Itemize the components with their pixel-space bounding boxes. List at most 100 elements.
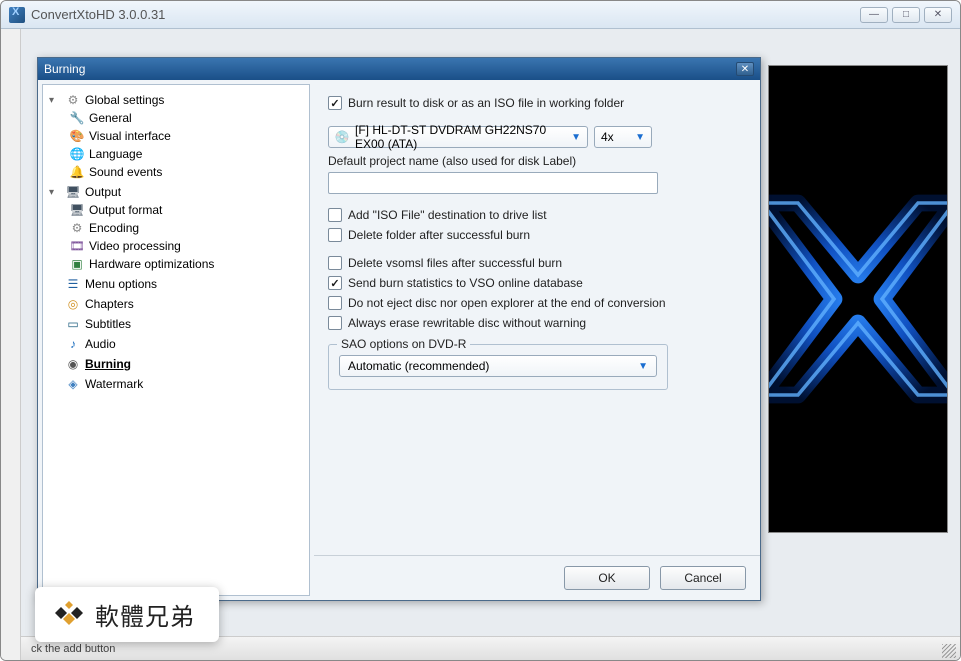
monitor-icon: 🖥 xyxy=(69,202,85,218)
window-title: ConvertXtoHD 3.0.0.31 xyxy=(31,7,165,22)
delete-vsomsl-checkbox[interactable] xyxy=(328,256,342,270)
maximize-button[interactable]: □ xyxy=(892,7,920,23)
tree-label: Language xyxy=(89,147,142,161)
menu-icon: ☰ xyxy=(65,276,81,292)
tree-subtitles[interactable]: ▭ Subtitles xyxy=(47,315,305,333)
tree-chapters[interactable]: ◎ Chapters xyxy=(47,295,305,313)
settings-dialog: Burning ✕ ▾ ⚙ Global settings 🔧 xyxy=(37,57,761,601)
tree-output-format[interactable]: 🖥 Output format xyxy=(67,201,305,219)
tree-encoding[interactable]: ⚙ Encoding xyxy=(67,219,305,237)
watermark-overlay: 軟體兄弟 xyxy=(35,587,219,642)
globe-icon: 🌐 xyxy=(69,146,85,162)
tree-menu-options[interactable]: ☰ Menu options xyxy=(47,275,305,293)
send-stats-label: Send burn statistics to VSO online datab… xyxy=(348,276,583,290)
sao-select[interactable]: Automatic (recommended) ▼ xyxy=(339,355,657,377)
note-icon: ♪ xyxy=(65,336,81,352)
bell-icon: 🔔 xyxy=(69,164,85,180)
always-erase-label: Always erase rewritable disc without war… xyxy=(348,316,586,330)
sao-value: Automatic (recommended) xyxy=(348,359,489,373)
settings-tree[interactable]: ▾ ⚙ Global settings 🔧 General 🎨 Vis xyxy=(42,84,310,596)
left-edge xyxy=(1,29,21,660)
x-logo-icon xyxy=(768,179,948,419)
tree-global-settings[interactable]: ▾ ⚙ Global settings xyxy=(47,91,305,109)
tree-label: Video processing xyxy=(89,239,181,253)
titlebar[interactable]: ConvertXtoHD 3.0.0.31 — □ ✕ xyxy=(1,1,960,29)
tree-label: Subtitles xyxy=(85,317,131,331)
add-iso-checkbox[interactable] xyxy=(328,208,342,222)
tree-audio[interactable]: ♪ Audio xyxy=(47,335,305,353)
watermark-text: 軟體兄弟 xyxy=(95,597,195,632)
tree-general[interactable]: 🔧 General xyxy=(67,109,305,127)
subtitle-icon: ▭ xyxy=(65,316,81,332)
delete-folder-checkbox[interactable] xyxy=(328,228,342,242)
disc-icon: ◎ xyxy=(65,296,81,312)
tree-watermark[interactable]: ◈ Watermark xyxy=(47,375,305,393)
chip-icon: ▣ xyxy=(69,256,85,272)
gear-icon: ⚙ xyxy=(69,220,85,236)
watermark-icon: ◈ xyxy=(65,376,81,392)
tree-label: Output xyxy=(85,185,121,199)
monitor-icon: 🖥 xyxy=(65,184,81,200)
drive-select[interactable]: 💿 [F] HL-DT-ST DVDRAM GH22NS70 EX00 (ATA… xyxy=(328,126,588,148)
handshake-icon xyxy=(53,599,85,631)
sao-fieldset: SAO options on DVD-R Automatic (recommen… xyxy=(328,344,668,390)
ok-button[interactable]: OK xyxy=(564,566,650,590)
cancel-label: Cancel xyxy=(684,571,721,585)
tree-label: General xyxy=(89,111,132,125)
tree-hardware-opt[interactable]: ▣ Hardware optimizations xyxy=(67,255,305,273)
dialog-titlebar[interactable]: Burning ✕ xyxy=(38,58,760,80)
tree-label: Output format xyxy=(89,203,162,217)
gear-icon: ⚙ xyxy=(65,92,81,108)
tree-language[interactable]: 🌐 Language xyxy=(67,145,305,163)
default-project-input[interactable] xyxy=(328,172,658,194)
close-button[interactable]: ✕ xyxy=(924,7,952,23)
tree-visual-interface[interactable]: 🎨 Visual interface xyxy=(67,127,305,145)
tree-label: Chapters xyxy=(85,297,134,311)
drive-icon: 💿 xyxy=(335,130,349,144)
dialog-title: Burning xyxy=(44,62,85,76)
collapse-icon[interactable]: ▾ xyxy=(49,95,61,106)
no-eject-label: Do not eject disc nor open explorer at t… xyxy=(348,296,666,310)
settings-content: Burn result to disk or as an ISO file in… xyxy=(314,80,760,600)
delete-folder-label: Delete folder after successful burn xyxy=(348,228,530,242)
always-erase-checkbox[interactable] xyxy=(328,316,342,330)
tree-burning[interactable]: ◉ Burning xyxy=(47,355,305,373)
chevron-down-icon: ▼ xyxy=(638,361,648,372)
tree-label: Menu options xyxy=(85,277,157,291)
burn-icon: ◉ xyxy=(65,356,81,372)
collapse-icon[interactable]: ▾ xyxy=(49,187,61,198)
default-project-label: Default project name (also used for disk… xyxy=(328,154,746,168)
speed-value: 4x xyxy=(601,130,614,144)
no-eject-checkbox[interactable] xyxy=(328,296,342,310)
divider xyxy=(314,555,760,556)
send-stats-checkbox[interactable] xyxy=(328,276,342,290)
application-window: ConvertXtoHD 3.0.0.31 — □ ✕ ➡ xyxy=(0,0,961,661)
delete-vsomsl-label: Delete vsomsl files after successful bur… xyxy=(348,256,562,270)
tree-output[interactable]: ▾ 🖥 Output xyxy=(47,183,305,201)
status-text: ck the add button xyxy=(31,643,115,655)
chevron-down-icon: ▼ xyxy=(571,132,581,143)
cancel-button[interactable]: Cancel xyxy=(660,566,746,590)
preview-panel xyxy=(768,65,948,533)
film-icon: 🎞 xyxy=(69,238,85,254)
add-iso-label: Add "ISO File" destination to drive list xyxy=(348,208,547,222)
tree-video-processing[interactable]: 🎞 Video processing xyxy=(67,237,305,255)
speed-select[interactable]: 4x ▼ xyxy=(594,126,652,148)
drive-value: [F] HL-DT-ST DVDRAM GH22NS70 EX00 (ATA) xyxy=(355,123,565,151)
app-icon xyxy=(9,7,25,23)
tree-label: Global settings xyxy=(85,93,164,107)
tree-label: Visual interface xyxy=(89,129,171,143)
palette-icon: 🎨 xyxy=(69,128,85,144)
ok-label: OK xyxy=(598,571,615,585)
tree-label: Watermark xyxy=(85,377,143,391)
burn-result-checkbox[interactable] xyxy=(328,96,342,110)
chevron-down-icon: ▼ xyxy=(635,132,645,143)
tree-label: Audio xyxy=(85,337,116,351)
resize-grip-icon[interactable] xyxy=(942,644,956,658)
tree-label: Sound events xyxy=(89,165,162,179)
minimize-button[interactable]: — xyxy=(860,7,888,23)
wrench-icon: 🔧 xyxy=(69,110,85,126)
tree-sound-events[interactable]: 🔔 Sound events xyxy=(67,163,305,181)
dialog-close-button[interactable]: ✕ xyxy=(736,62,754,76)
sao-legend: SAO options on DVD-R xyxy=(337,337,470,351)
